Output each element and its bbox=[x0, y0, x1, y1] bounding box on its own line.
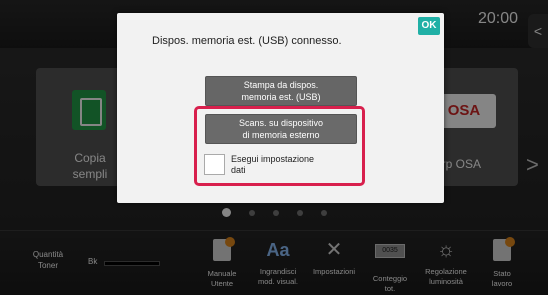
dialog-message: Dispos. memoria est. (USB) connesso. bbox=[152, 35, 342, 47]
data-setting-checkbox[interactable] bbox=[204, 154, 225, 175]
print-from-usb-button[interactable]: Stampa da dispos. memoria est. (USB) bbox=[205, 76, 357, 106]
scan-to-usb-button[interactable]: Scans. su dispositivo di memoria esterno bbox=[205, 114, 357, 144]
ok-button[interactable]: OK bbox=[418, 17, 440, 35]
usb-connected-dialog: Dispos. memoria est. (USB) connesso. OK … bbox=[117, 13, 444, 203]
data-setting-checkbox-label[interactable]: Esegui impostazione dati bbox=[231, 154, 351, 176]
printer-home-screen: 20:00 < Copia sempli OSA arp OSA > Quant… bbox=[0, 0, 548, 295]
